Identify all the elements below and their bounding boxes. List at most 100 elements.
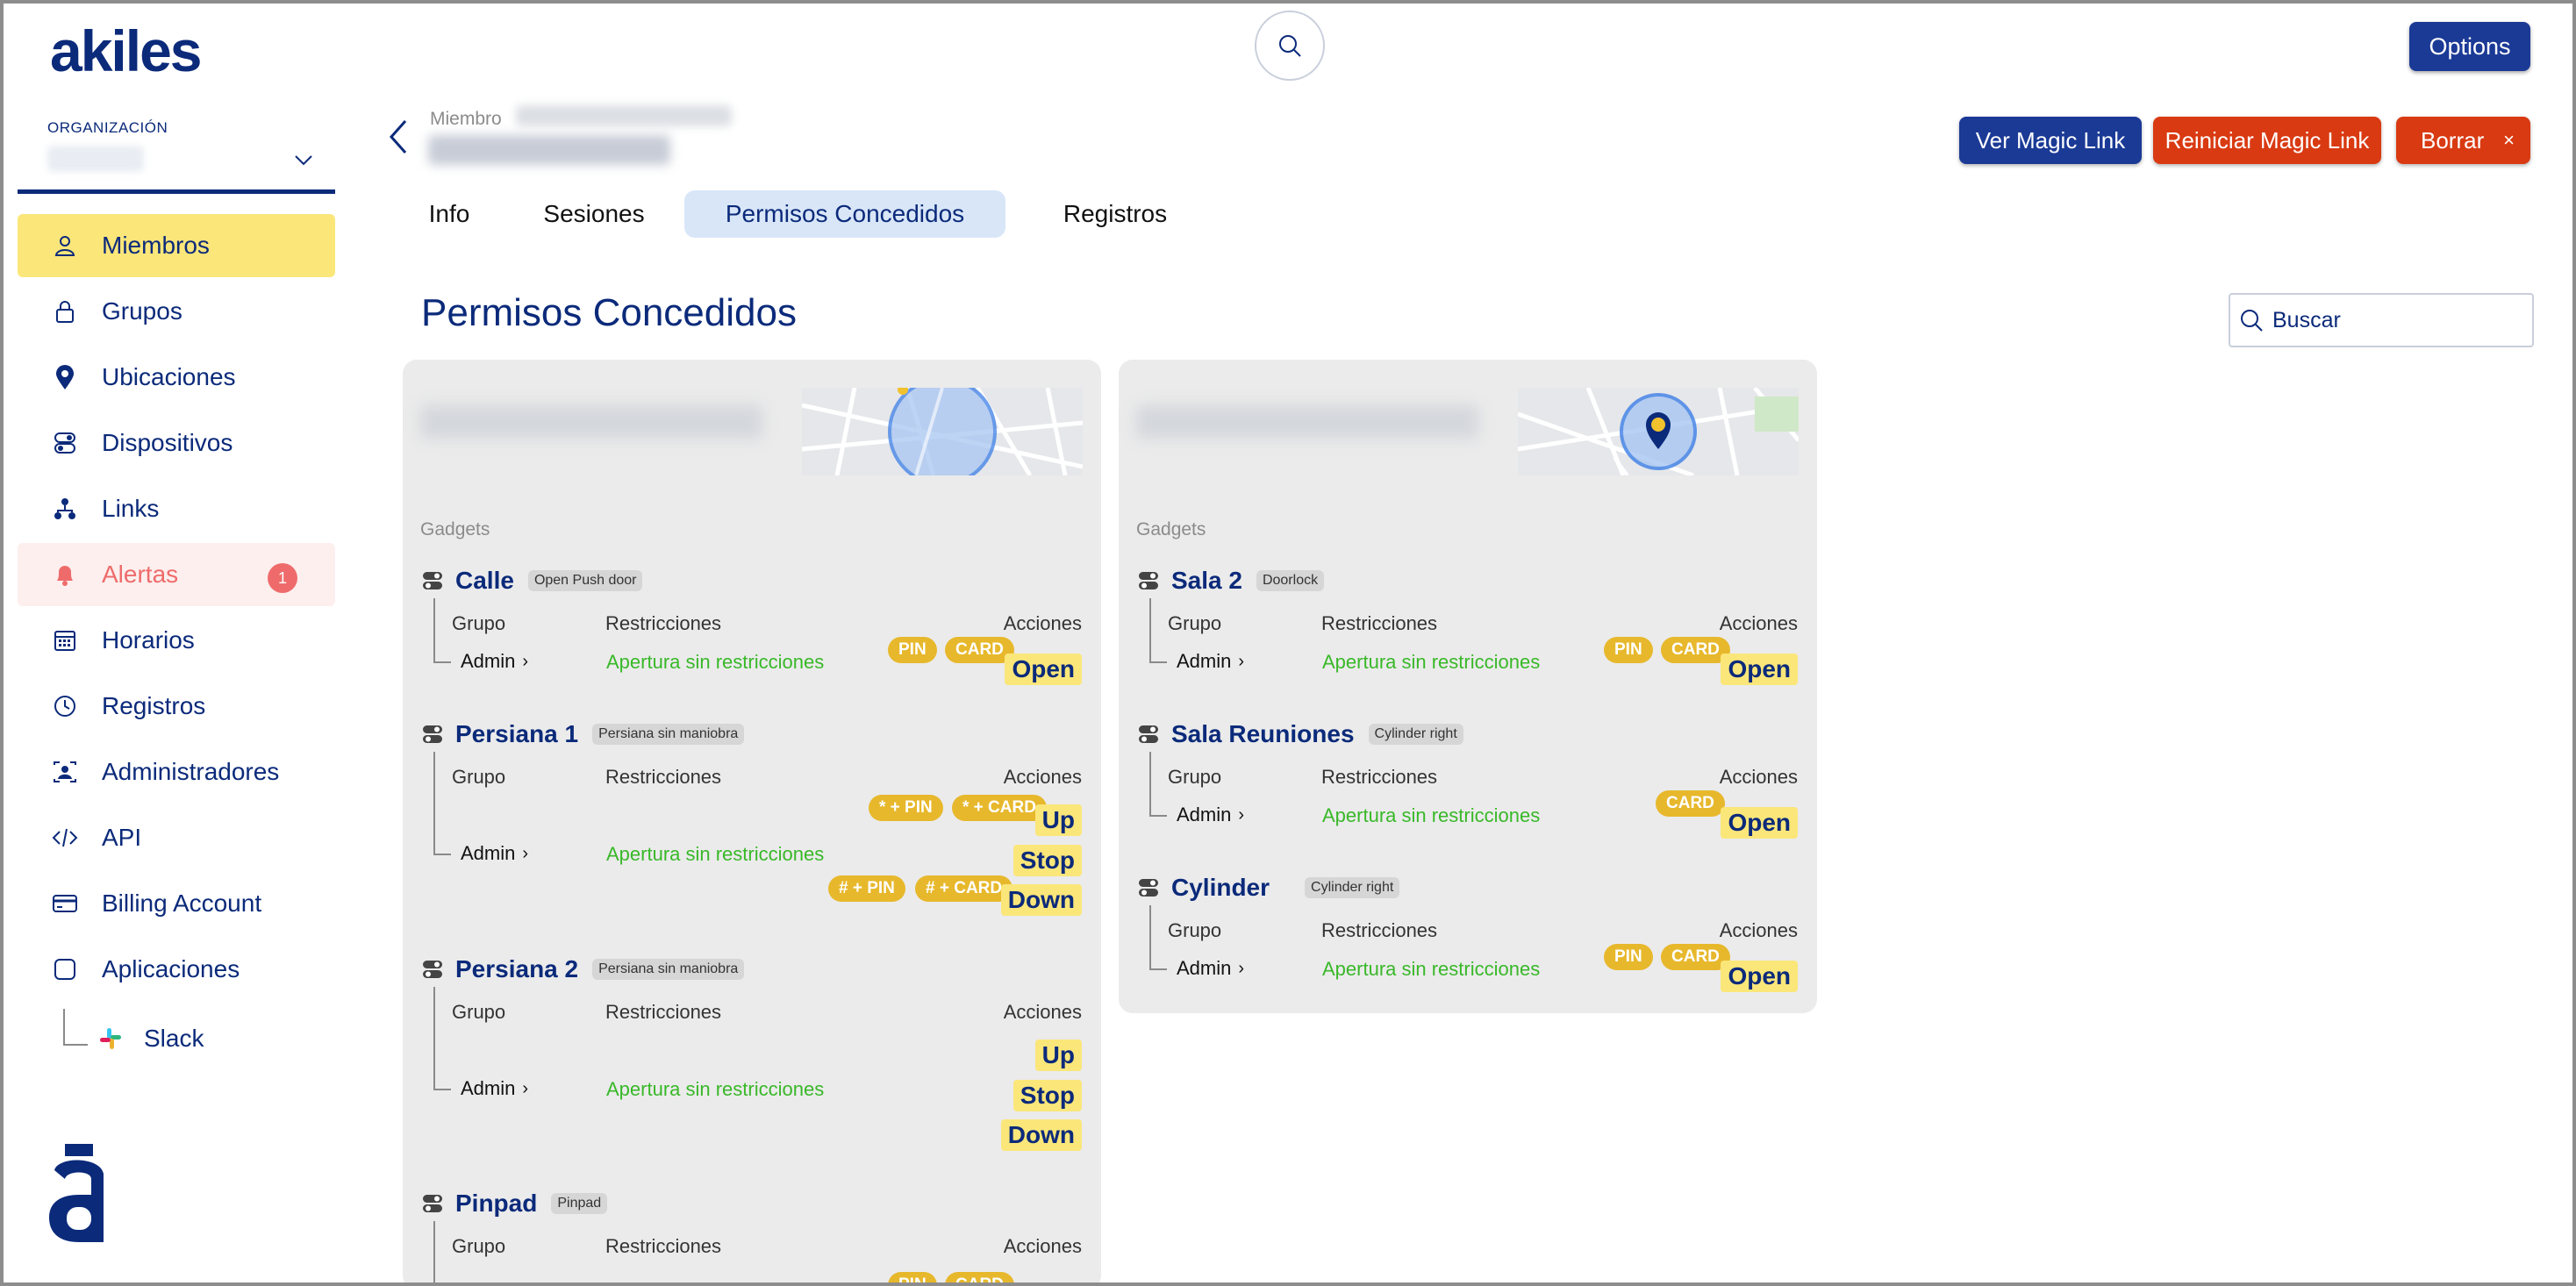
alert-count-badge: 1 <box>268 563 297 593</box>
sidebar-item-horarios[interactable]: Horarios <box>18 609 335 672</box>
sidebar-item-administradores[interactable]: Administradores <box>18 740 335 804</box>
group-link-admin[interactable]: Admin › <box>461 650 528 673</box>
tab-registros[interactable]: Registros <box>1005 190 1225 238</box>
sidebar-item-label: Horarios <box>102 626 195 654</box>
borrar-button[interactable]: Borrar × <box>2396 117 2530 164</box>
chevron-right-icon: › <box>1238 804 1245 825</box>
tab-sesiones[interactable]: Sesiones <box>504 190 684 238</box>
gadget-name[interactable]: Persiana 2 <box>455 955 578 983</box>
gadget-name[interactable]: Cylinder <box>1171 874 1270 902</box>
card-pill[interactable]: CARD <box>945 637 1014 663</box>
member-name-redacted <box>428 135 670 165</box>
sidebar-item-links[interactable]: Links <box>18 477 335 540</box>
star-pin-pill[interactable]: * + PIN <box>869 795 943 821</box>
action-up-button[interactable]: Up <box>1034 1040 1082 1071</box>
chevron-right-icon: › <box>1238 958 1245 978</box>
ver-magic-link-button[interactable]: Ver Magic Link <box>1959 117 2142 164</box>
sidebar-subitem-label: Slack <box>144 1025 204 1052</box>
group-link-admin[interactable]: Admin › <box>461 842 528 865</box>
chevron-down-icon[interactable] <box>293 149 314 170</box>
tab-permisos-concedidos[interactable]: Permisos Concedidos <box>684 190 1005 238</box>
sidebar-item-aplicaciones[interactable]: Aplicaciones <box>18 938 335 1001</box>
sidebar-item-registros[interactable]: Registros <box>18 675 335 738</box>
sidebar-item-alertas[interactable]: Alertas 1 <box>18 543 335 606</box>
star-card-pill[interactable]: * + CARD <box>952 795 1047 821</box>
gadget-name[interactable]: Pinpad <box>455 1190 537 1218</box>
hash-card-pill[interactable]: # + CARD <box>915 875 1013 902</box>
tab-info[interactable]: Info <box>395 190 504 238</box>
sidebar-item-label: Administradores <box>102 758 280 785</box>
tree-line <box>1149 905 1151 968</box>
group-name: Admin <box>1177 957 1232 979</box>
action-down-button[interactable]: Down <box>1000 1119 1082 1151</box>
member-label: Miembro <box>430 109 502 129</box>
global-search-button[interactable] <box>1255 11 1325 81</box>
location-map[interactable] <box>1518 388 1799 475</box>
group-link-admin[interactable]: Admin › <box>1177 957 1244 980</box>
action-stop-button[interactable]: Stop <box>1013 1080 1082 1111</box>
action-open-button[interactable]: Open <box>1721 807 1798 839</box>
card-pill[interactable]: CARD <box>1656 790 1725 817</box>
column-header-acciones: Acciones <box>1719 612 1798 634</box>
location-name-redacted <box>420 405 762 439</box>
bell-icon <box>51 561 79 589</box>
action-down-button[interactable]: Down <box>1000 884 1082 916</box>
gadget-name[interactable]: Calle <box>455 567 514 595</box>
organization-select-value-redacted[interactable] <box>47 146 144 172</box>
group-link-admin[interactable]: Admin › <box>1177 804 1244 826</box>
action-open-button[interactable]: Open <box>1721 654 1798 685</box>
options-button[interactable]: Options <box>2409 22 2530 71</box>
sidebar-subitem-slack[interactable]: Slack <box>97 1007 204 1070</box>
sidebar-item-api[interactable]: API <box>18 806 335 869</box>
gadget-type-tag: Cylinder right <box>1368 724 1463 745</box>
pin-pill[interactable]: PIN <box>1604 944 1653 970</box>
restriction-text: Apertura sin restricciones <box>1322 804 1541 826</box>
tree-branch <box>1149 968 1167 970</box>
gadgets-label: Gadgets <box>420 519 490 539</box>
gadget-name[interactable]: Persiana 1 <box>455 720 578 748</box>
permissions-search-box[interactable] <box>2229 293 2534 347</box>
location-map[interactable] <box>802 388 1083 475</box>
pin-pill[interactable]: PIN <box>888 637 937 663</box>
group-name: Admin <box>1177 804 1232 825</box>
group-link-admin[interactable]: Admin › <box>1177 650 1244 673</box>
sidebar-item-label: Grupos <box>102 297 182 325</box>
column-header-acciones: Acciones <box>1719 919 1798 941</box>
search-input[interactable] <box>2272 307 2527 333</box>
chevron-right-icon: › <box>1238 651 1245 671</box>
gadget-type-tag: Pinpad <box>551 1193 608 1214</box>
action-up-button[interactable]: Up <box>1034 804 1082 836</box>
column-header-restricciones: Restricciones <box>605 766 722 788</box>
tree-connector <box>63 1009 88 1046</box>
sidebar-item-grupos[interactable]: Grupos <box>18 280 335 343</box>
sidebar-item-dispositivos[interactable]: Dispositivos <box>18 411 335 475</box>
group-name: Admin <box>1177 650 1232 672</box>
gadget-name[interactable]: Sala Reuniones <box>1171 720 1355 748</box>
sidebar-item-ubicaciones[interactable]: Ubicaciones <box>18 346 335 409</box>
column-header-restricciones: Restricciones <box>1321 919 1438 941</box>
action-stop-button[interactable]: Stop <box>1013 845 1082 876</box>
sidebar-item-billing-account[interactable]: Billing Account <box>18 872 335 935</box>
action-open-button[interactable]: Open <box>1721 961 1798 992</box>
sidebar-item-label: Aplicaciones <box>102 955 240 982</box>
pin-pill[interactable]: PIN <box>1604 637 1653 663</box>
search-icon <box>1279 35 1301 57</box>
column-header-acciones: Acciones <box>1003 612 1082 634</box>
sidebar-item-label: Links <box>102 495 160 522</box>
card-pill[interactable]: CARD <box>945 1272 1014 1286</box>
group-link-admin[interactable]: Admin › <box>461 1077 528 1100</box>
tree-branch <box>433 854 451 855</box>
sidebar-item-miembros[interactable]: Miembros <box>18 214 335 277</box>
gadget-name[interactable]: Sala 2 <box>1171 567 1242 595</box>
card-pill[interactable]: CARD <box>1661 944 1730 970</box>
group-name: Admin <box>461 650 516 672</box>
pin-pill[interactable]: PIN <box>888 1272 937 1286</box>
back-arrow-icon[interactable] <box>386 118 411 156</box>
tree-branch <box>433 1089 451 1090</box>
column-header-acciones: Acciones <box>1003 1001 1082 1023</box>
action-open-button[interactable]: Open <box>1005 654 1082 685</box>
card-pill[interactable]: CARD <box>1661 637 1730 663</box>
group-name: Admin <box>461 1077 516 1099</box>
reiniciar-magic-link-button[interactable]: Reiniciar Magic Link <box>2153 117 2381 164</box>
hash-pin-pill[interactable]: # + PIN <box>828 875 905 902</box>
